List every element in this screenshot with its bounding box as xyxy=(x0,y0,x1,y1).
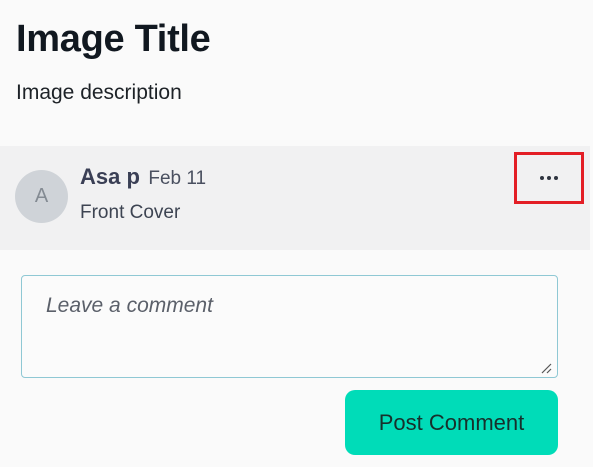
comment-options-button[interactable] xyxy=(514,152,584,204)
avatar: A xyxy=(15,170,68,223)
comment-header: Asa p Feb 11 xyxy=(80,164,206,190)
image-detail-page: Image Title Image description A Asa p Fe… xyxy=(0,0,593,467)
comment-input[interactable] xyxy=(21,275,558,378)
comment-author: Asa p xyxy=(80,164,140,189)
image-description: Image description xyxy=(16,81,182,104)
comment-text: Front Cover xyxy=(80,202,181,223)
more-horizontal-icon xyxy=(540,176,558,180)
resize-handle-icon[interactable] xyxy=(540,362,552,374)
comment-item: A Asa p Feb 11 Front Cover xyxy=(0,146,590,250)
comment-date: Feb 11 xyxy=(148,168,207,189)
image-title: Image Title xyxy=(16,18,211,60)
post-comment-button[interactable]: Post Comment xyxy=(345,390,558,455)
